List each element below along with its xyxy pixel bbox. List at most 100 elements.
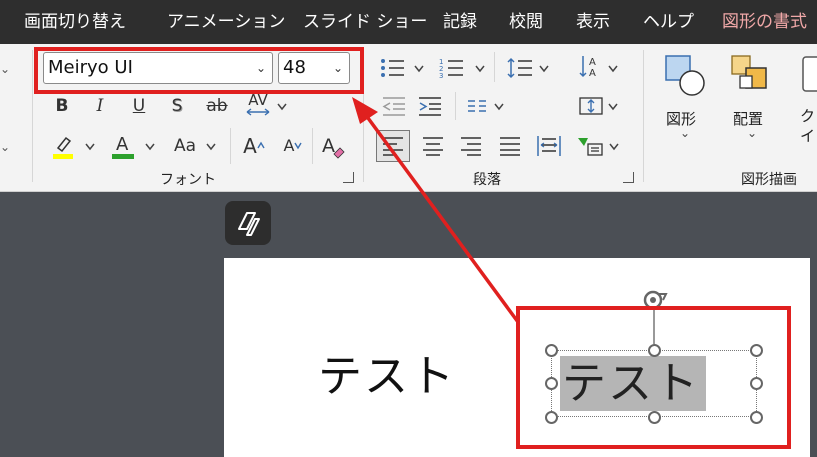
chevron-down-icon[interactable]: ⌄: [0, 62, 10, 76]
arrange-icon-button[interactable]: [726, 52, 776, 98]
strikethrough-button[interactable]: ab: [203, 92, 231, 120]
svg-text:A: A: [322, 135, 335, 157]
chevron-down-icon[interactable]: ⌄: [680, 126, 690, 140]
chevron-down-icon[interactable]: [205, 140, 217, 154]
separator: [312, 128, 313, 164]
chevron-down-icon[interactable]: [413, 62, 425, 76]
italic-button[interactable]: I: [88, 92, 112, 120]
grow-font-button[interactable]: A: [240, 132, 268, 160]
shrink-font-button[interactable]: A: [280, 132, 306, 160]
slide-text-left[interactable]: テスト: [318, 340, 456, 404]
arrange-icon: [731, 55, 767, 89]
chevron-down-icon[interactable]: ⌄: [747, 126, 757, 140]
highlight-color-button[interactable]: [48, 132, 78, 160]
chevron-down-icon[interactable]: [276, 100, 288, 114]
shapes-icon: [665, 55, 705, 96]
shrink-font-label: A: [283, 136, 295, 155]
justify-icon: [500, 137, 520, 156]
quick-styles-icon: [802, 56, 817, 92]
align-center-icon: [423, 137, 443, 156]
character-spacing-button[interactable]: AV: [242, 90, 274, 118]
char-spacing-label: AV: [248, 91, 268, 109]
underline-button[interactable]: U: [127, 92, 151, 120]
line-spacing-icon: [507, 57, 532, 79]
align-left-button[interactable]: [376, 130, 410, 162]
change-case-button[interactable]: Aa: [170, 132, 200, 160]
copilot-button[interactable]: [225, 201, 271, 245]
quick-styles-label: クイック スタイル: [800, 107, 816, 150]
distributed-icon: [537, 136, 561, 156]
separator: [494, 52, 495, 82]
chevron-down-icon[interactable]: [84, 140, 96, 154]
paragraph-dialog-launcher[interactable]: [623, 172, 634, 183]
spacing-arrows-icon: [246, 108, 270, 116]
svg-text:A: A: [589, 57, 596, 68]
chevron-down-icon[interactable]: ⌄: [0, 140, 10, 154]
line-spacing-button[interactable]: [504, 54, 536, 82]
chevron-down-icon[interactable]: [493, 100, 505, 114]
menu-bar: 画面切り替え アニメーション スライド ショー 記録 校閲 表示 ヘルプ 図形の…: [0, 0, 817, 44]
quick-styles-icon-button[interactable]: [800, 54, 817, 96]
menu-help[interactable]: ヘルプ: [643, 0, 694, 44]
justify-button[interactable]: [496, 132, 524, 160]
chevron-down-icon[interactable]: [607, 100, 619, 114]
shapes-gallery-icon[interactable]: [660, 52, 710, 98]
svg-text:A: A: [589, 68, 596, 79]
chevron-down-icon[interactable]: [608, 140, 620, 154]
menu-shape-format[interactable]: 図形の書式: [722, 0, 807, 44]
menu-slideshow[interactable]: スライド ショー: [303, 0, 427, 44]
chevron-down-icon[interactable]: [144, 140, 156, 154]
menu-record[interactable]: 記録: [443, 0, 477, 44]
clear-formatting-button[interactable]: A: [318, 132, 348, 160]
copilot-icon: [238, 212, 260, 236]
bullets-button[interactable]: [378, 54, 408, 82]
columns-icon: [468, 100, 486, 112]
grow-font-label: A: [243, 134, 257, 158]
drawing-group-label: 図形描画: [741, 172, 797, 188]
font-color-button[interactable]: A: [110, 132, 136, 160]
separator: [32, 50, 33, 182]
align-center-button[interactable]: [419, 132, 447, 160]
separator: [230, 128, 231, 164]
smartart-icon: [578, 138, 603, 156]
caret-up-icon: [257, 141, 265, 149]
chevron-down-icon[interactable]: [538, 62, 550, 76]
columns-button[interactable]: [464, 92, 490, 120]
decrease-indent-button[interactable]: [380, 92, 408, 120]
menu-animations[interactable]: アニメーション: [167, 0, 285, 44]
svg-text:A: A: [116, 134, 129, 155]
decrease-indent-icon: [382, 97, 405, 116]
align-right-icon: [461, 137, 481, 156]
increase-indent-button[interactable]: [416, 92, 444, 120]
align-text-icon: [579, 97, 603, 115]
highlighter-icon: [53, 136, 73, 159]
align-text-button[interactable]: [577, 92, 605, 120]
font-color-icon: A: [112, 134, 134, 159]
align-right-button[interactable]: [457, 132, 485, 160]
text-direction-icon: A A: [579, 56, 596, 79]
shadow-button[interactable]: S: [165, 92, 189, 120]
annotation-font-highlight: [34, 47, 364, 94]
increase-indent-icon: [419, 97, 441, 116]
separator: [455, 92, 456, 120]
bold-button[interactable]: B: [50, 92, 74, 120]
separator: [643, 50, 644, 182]
paragraph-group-label: 段落: [473, 172, 501, 188]
smartart-button[interactable]: [575, 132, 605, 160]
chevron-down-icon[interactable]: [474, 62, 486, 76]
font-group-label: フォント: [160, 172, 216, 188]
chevron-down-icon[interactable]: [607, 62, 619, 76]
quick-styles-button[interactable]: クイック スタイル: [800, 106, 817, 150]
menu-review[interactable]: 校閲: [509, 0, 543, 44]
menu-view[interactable]: 表示: [576, 0, 610, 44]
numbering-button[interactable]: 1 2 3: [437, 54, 467, 82]
font-dialog-launcher[interactable]: [343, 172, 354, 183]
bullet-list-icon: [381, 59, 404, 77]
distributed-button[interactable]: [535, 132, 563, 160]
text-direction-button[interactable]: A A: [577, 52, 605, 80]
numbered-list-icon: 1 2 3: [439, 58, 463, 79]
caret-down-icon: [294, 142, 303, 150]
menu-transitions[interactable]: 画面切り替え: [24, 0, 126, 44]
clear-formatting-icon: A: [322, 135, 345, 159]
annotation-shape-highlight: [516, 306, 791, 449]
